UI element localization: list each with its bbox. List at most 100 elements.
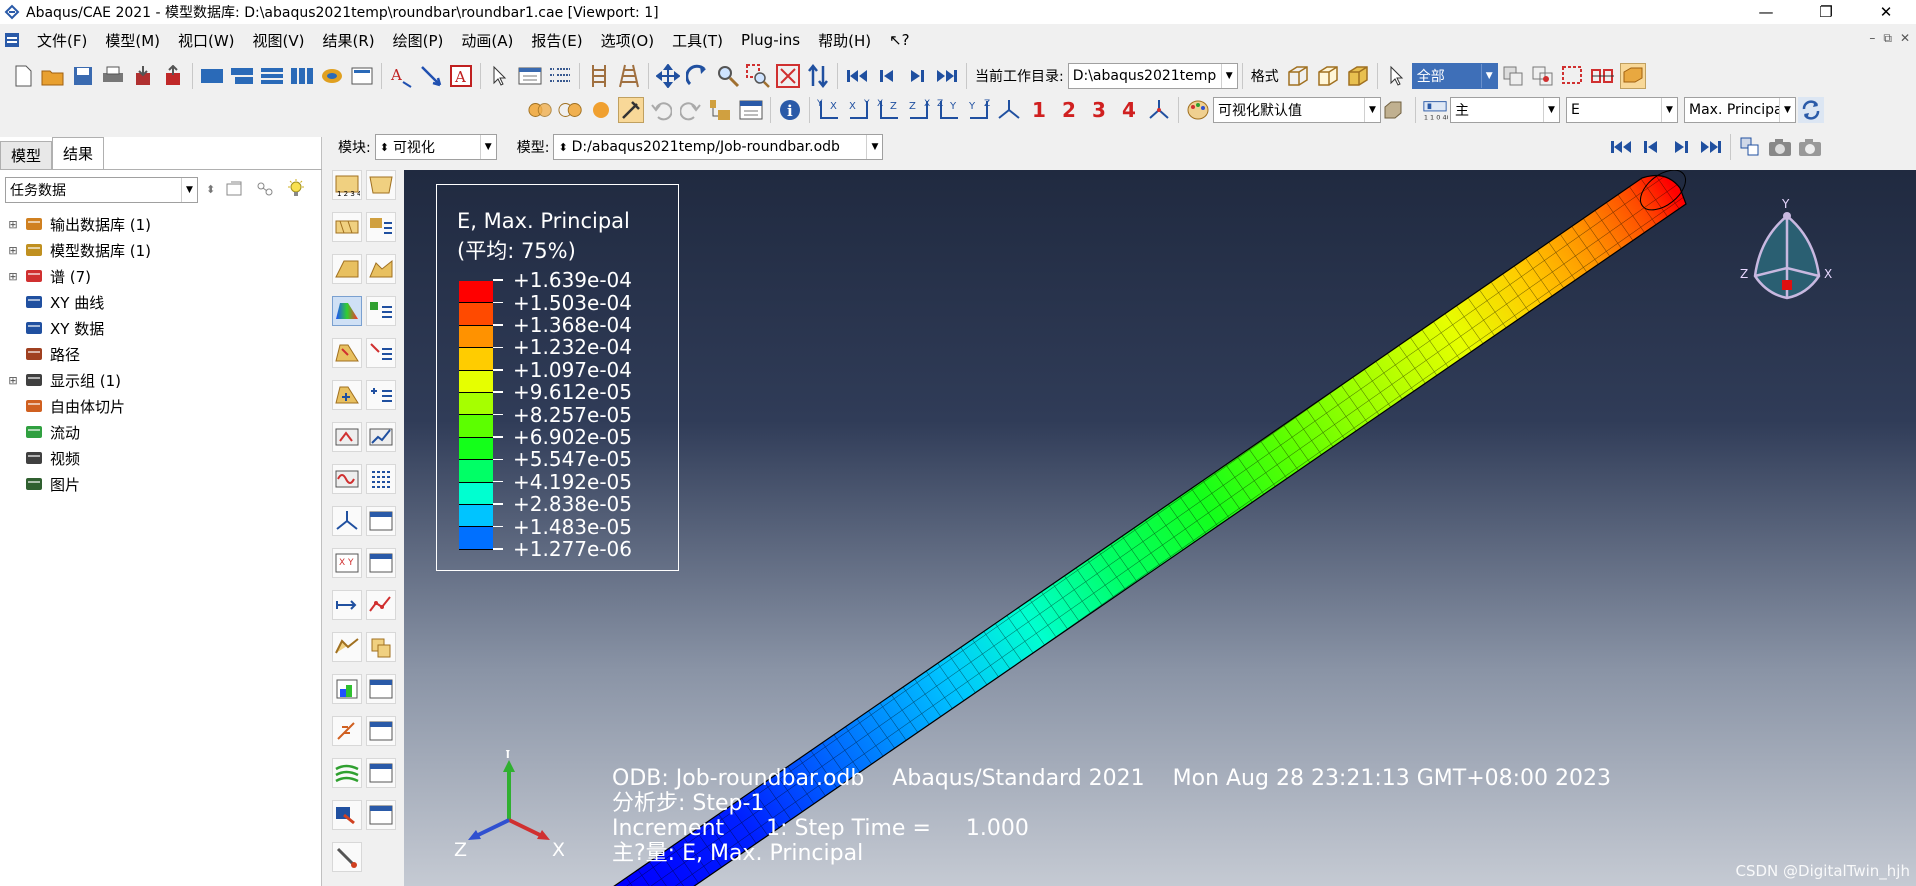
mdi-close-button[interactable]: ✕ <box>1900 31 1910 46</box>
anim-next-icon[interactable] <box>1668 134 1694 160</box>
view-cube-compass[interactable]: Y X Z <box>1722 198 1852 318</box>
free-body-manager-icon[interactable] <box>366 716 396 746</box>
context-help-button[interactable]: ↖? <box>880 31 919 49</box>
zoom-icon[interactable] <box>715 63 741 89</box>
save-icon[interactable] <box>70 63 96 89</box>
tree-item[interactable]: 路径 <box>0 341 322 367</box>
render-hidden-icon[interactable] <box>1315 63 1341 89</box>
menu-plot[interactable]: 绘图(P) <box>384 30 453 51</box>
step-frame-icon[interactable]: 1 1 0 40 <box>1422 97 1448 123</box>
view-preset-4-button[interactable]: 4 <box>1114 98 1144 122</box>
animation-options-icon[interactable] <box>366 464 396 494</box>
free-body-cut-icon[interactable] <box>332 716 362 746</box>
triad-icon[interactable] <box>1146 97 1172 123</box>
ladder-angled-icon[interactable] <box>616 63 642 89</box>
filter-icon[interactable] <box>225 180 245 198</box>
lightbulb-icon[interactable] <box>285 178 307 200</box>
arrow-annotation-icon[interactable] <box>418 63 444 89</box>
selection-tools-icon[interactable] <box>708 97 734 123</box>
import-icon[interactable] <box>130 63 156 89</box>
expand-icon[interactable]: ⊞ <box>6 374 20 387</box>
sphere-icon[interactable] <box>588 97 614 123</box>
report-field-icon[interactable] <box>332 674 362 704</box>
spinner-icon[interactable]: ⬍ <box>206 183 215 196</box>
pick-tool-icon[interactable] <box>618 97 644 123</box>
animate-time-icon[interactable] <box>366 422 396 452</box>
plot-symbols-icon[interactable] <box>332 338 362 368</box>
auto-fit-icon[interactable] <box>775 63 801 89</box>
undo-icon[interactable] <box>648 97 674 123</box>
view-left-icon[interactable]: YZ <box>936 97 962 123</box>
rotate-icon[interactable] <box>685 63 711 89</box>
movie-manager-icon[interactable] <box>366 800 396 830</box>
render-overlap-icon[interactable] <box>558 97 584 123</box>
select-pointer-icon[interactable] <box>487 63 513 89</box>
tree-item[interactable]: 自由体切片 <box>0 393 322 419</box>
tab-results[interactable]: 结果 <box>52 137 105 169</box>
animate-scale-icon[interactable] <box>332 422 362 452</box>
create-path-icon[interactable] <box>332 590 362 620</box>
create-xy-table-icon[interactable] <box>366 506 396 536</box>
info-icon[interactable]: i <box>777 97 803 123</box>
view-iso-icon[interactable] <box>996 97 1022 123</box>
anim-first-icon[interactable] <box>1608 134 1634 160</box>
display-options-icon[interactable] <box>1383 97 1409 123</box>
viewport-copy-icon[interactable] <box>1737 134 1763 160</box>
viewport-annotation-icon[interactable] <box>349 63 375 89</box>
copy-views-icon[interactable] <box>1500 63 1526 89</box>
text-annotation-icon[interactable]: A <box>388 63 414 89</box>
symbol-options-icon[interactable] <box>366 338 396 368</box>
text-box-icon[interactable]: A <box>448 63 474 89</box>
tree-item[interactable]: 视频 <box>0 445 322 471</box>
view-bottom-icon[interactable]: ZX <box>906 97 932 123</box>
plot-both-icon[interactable] <box>332 212 362 242</box>
tree-item[interactable]: XY 曲线 <box>0 289 322 315</box>
mdi-restore-button[interactable]: ⧉ <box>1883 31 1892 46</box>
sync-options-icon[interactable] <box>1798 97 1824 123</box>
mdi-minimize-button[interactable]: – <box>1869 31 1875 46</box>
previous-frame-icon[interactable] <box>874 63 900 89</box>
first-frame-icon[interactable] <box>844 63 870 89</box>
render-shaded-icon[interactable] <box>1345 63 1371 89</box>
output-invariant-combo[interactable]: Max. Principal ▼ <box>1684 97 1796 123</box>
viewport-tile-horizontal-icon[interactable] <box>259 63 285 89</box>
viewport-layout-2-icon[interactable] <box>229 63 255 89</box>
menu-file[interactable]: 文件(F) <box>28 30 96 51</box>
menu-plugins[interactable]: Plug-ins <box>732 31 809 49</box>
next-frame-icon[interactable] <box>904 63 930 89</box>
menu-viewport[interactable]: 视口(W) <box>169 30 244 51</box>
plot-undeformed-icon[interactable]: 1 2 3 4 <box>332 170 362 200</box>
orientation-options-icon[interactable] <box>366 380 396 410</box>
create-display-group-icon[interactable] <box>332 632 362 662</box>
camera-icon[interactable] <box>1767 134 1793 160</box>
menu-report[interactable]: 报告(E) <box>522 30 591 51</box>
probe-icon[interactable] <box>1590 63 1616 89</box>
open-folder-icon[interactable] <box>40 63 66 89</box>
animate-harmonic-icon[interactable] <box>332 464 362 494</box>
output-primary-combo[interactable]: 主 ▼ <box>1450 97 1560 123</box>
tree-item[interactable]: ⊞ 输出数据库 (1) <box>0 211 322 237</box>
cycle-views-icon[interactable] <box>805 63 831 89</box>
box-select-icon[interactable] <box>1560 63 1586 89</box>
module-combo[interactable]: ⬍ 可视化 ▼ <box>374 134 497 160</box>
last-frame-icon[interactable] <box>934 63 960 89</box>
view-preset-2-button[interactable]: 2 <box>1054 98 1084 122</box>
new-file-icon[interactable] <box>10 63 36 89</box>
tree-item[interactable]: XY 数据 <box>0 315 322 341</box>
menu-options[interactable]: 选项(O) <box>592 30 664 51</box>
color-palette-icon[interactable] <box>1185 97 1211 123</box>
minimize-button[interactable]: — <box>1736 0 1796 24</box>
output-variable-combo[interactable]: E ▼ <box>1566 97 1678 123</box>
list-table-icon[interactable] <box>547 63 573 89</box>
contour-options-icon[interactable] <box>366 296 396 326</box>
create-movie-icon[interactable] <box>332 800 362 830</box>
tab-model[interactable]: 模型 <box>0 141 53 169</box>
view-right-icon[interactable]: YZ <box>966 97 992 123</box>
tree-item[interactable]: ⊞ 谱 (7) <box>0 263 322 289</box>
menu-tools[interactable]: 工具(T) <box>663 30 732 51</box>
plot-contours-deformed-icon[interactable] <box>366 254 396 284</box>
query-table-icon[interactable] <box>517 63 543 89</box>
maximize-button[interactable]: ❐ <box>1796 0 1856 24</box>
expand-icon[interactable]: ⊞ <box>6 218 20 231</box>
selection-arrow-icon[interactable] <box>1384 63 1410 89</box>
